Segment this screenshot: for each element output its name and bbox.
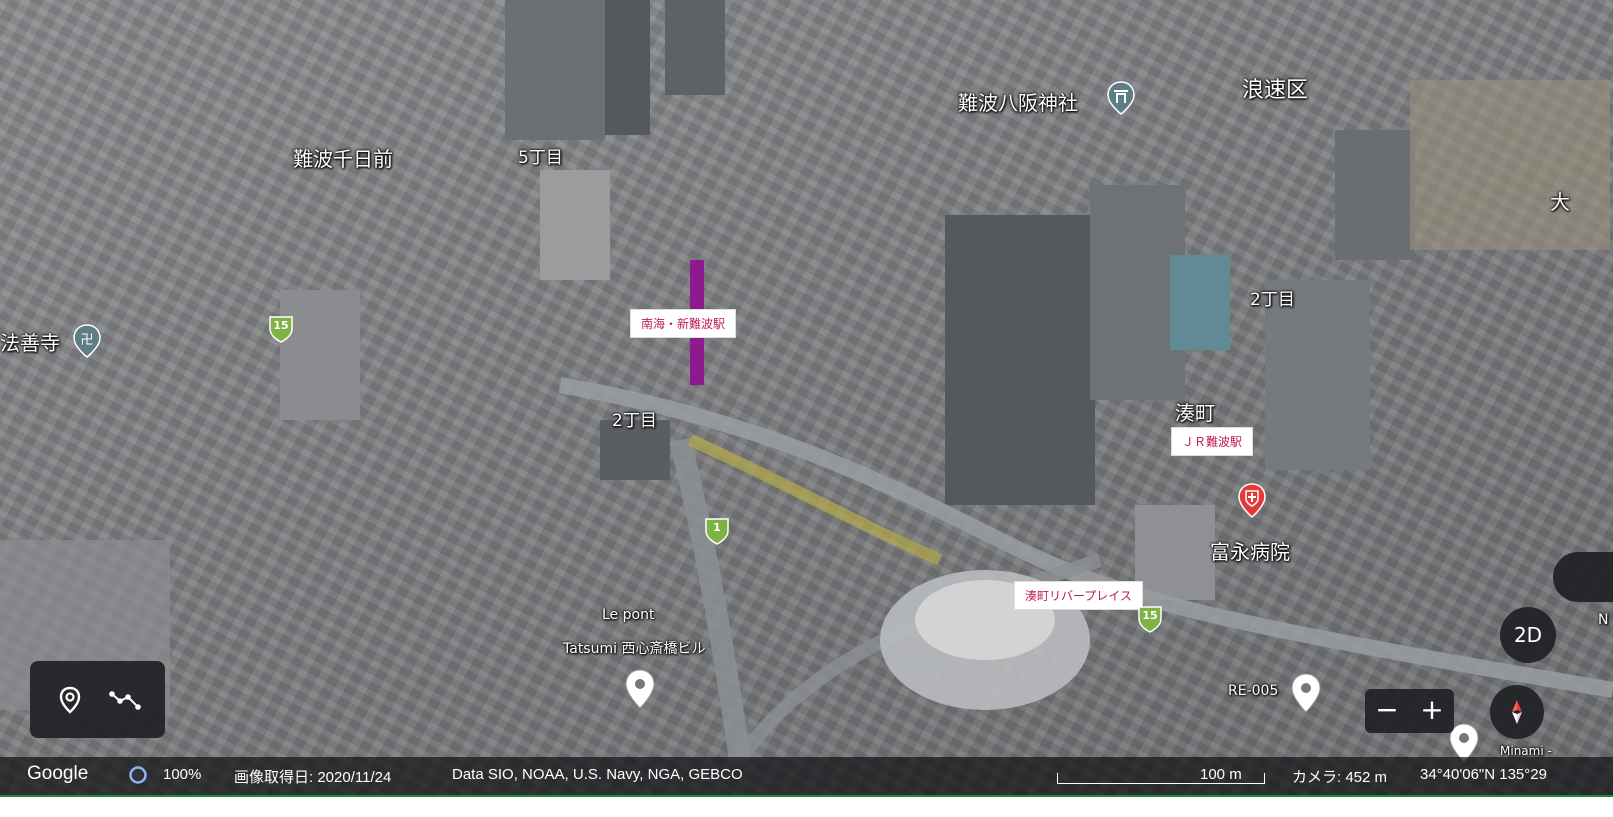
measure-path-icon: [109, 691, 141, 710]
route-shield-number: 1: [713, 521, 721, 534]
route-shield-number: 15: [1142, 609, 1158, 622]
place-label[interactable]: 富永病院: [1210, 536, 1290, 565]
google-logo: Google: [27, 763, 89, 784]
place-pin-icon: [59, 686, 81, 714]
camera-altitude: カメラ: 452 m: [1292, 769, 1388, 786]
data-credit[interactable]: Data SIO, NOAA, U.S. Navy, NGA, GEBCO: [452, 766, 743, 783]
zoom-out-button[interactable]: −: [1365, 689, 1409, 733]
zoom-control: − +: [1365, 689, 1454, 733]
place-label[interactable]: N: [1598, 612, 1608, 628]
place-pin-button[interactable]: [50, 680, 90, 720]
hospital-icon[interactable]: [1237, 482, 1267, 520]
compass-button[interactable]: [1490, 685, 1544, 739]
measure-button[interactable]: [105, 680, 145, 720]
place-label[interactable]: 2丁目: [612, 406, 657, 431]
loading-ring-icon: [129, 766, 147, 784]
zoom-in-button[interactable]: +: [1410, 689, 1454, 733]
route-shield-number: 15: [273, 319, 289, 332]
temple-icon[interactable]: 卍: [72, 323, 102, 359]
place-label[interactable]: 大: [1550, 186, 1570, 215]
station-label[interactable]: 南海・新難波駅: [630, 309, 737, 338]
place-label[interactable]: 2丁目: [1250, 285, 1295, 310]
place-label[interactable]: 難波八阪神社: [958, 87, 1078, 116]
placemark-pin-icon[interactable]: [624, 668, 656, 710]
scale-label: 100 m: [1200, 766, 1242, 783]
coordinates: 34°40'06"N 135°29: [1420, 766, 1547, 783]
place-label[interactable]: 湊町: [1175, 397, 1215, 426]
place-label[interactable]: Le pont: [602, 607, 654, 623]
svg-text:卍: 卍: [80, 333, 93, 348]
view-mode-toggle[interactable]: 2D: [1500, 607, 1556, 663]
station-label[interactable]: 湊町リバープレイス: [1014, 581, 1143, 610]
route-shield-15[interactable]: 15: [268, 315, 294, 343]
place-label[interactable]: 5丁目: [518, 143, 563, 168]
side-panel-edge[interactable]: [1553, 552, 1613, 602]
route-shield-1[interactable]: 1: [704, 517, 730, 545]
page-bottom-strip: [0, 797, 1613, 817]
place-label[interactable]: Minami -: [1500, 744, 1552, 758]
station-label[interactable]: ＪＲ難波駅: [1171, 427, 1254, 456]
tool-panel: [30, 661, 165, 738]
shrine-icon[interactable]: [1106, 80, 1136, 116]
place-label[interactable]: 浪速区: [1242, 72, 1308, 104]
loading-progress: 100%: [163, 766, 202, 783]
place-label[interactable]: 難波千日前: [293, 143, 393, 172]
image-date: 画像取得日: 2020/11/24: [234, 769, 392, 786]
compass-icon: [1512, 700, 1522, 724]
placemark-pin-icon[interactable]: [1290, 672, 1322, 714]
place-label[interactable]: Tatsumi 西心斎橋ビル: [563, 638, 705, 658]
place-label[interactable]: RE-005: [1228, 683, 1278, 699]
route-shield-15[interactable]: 15: [1137, 605, 1163, 633]
place-label[interactable]: 法善寺: [0, 327, 60, 356]
